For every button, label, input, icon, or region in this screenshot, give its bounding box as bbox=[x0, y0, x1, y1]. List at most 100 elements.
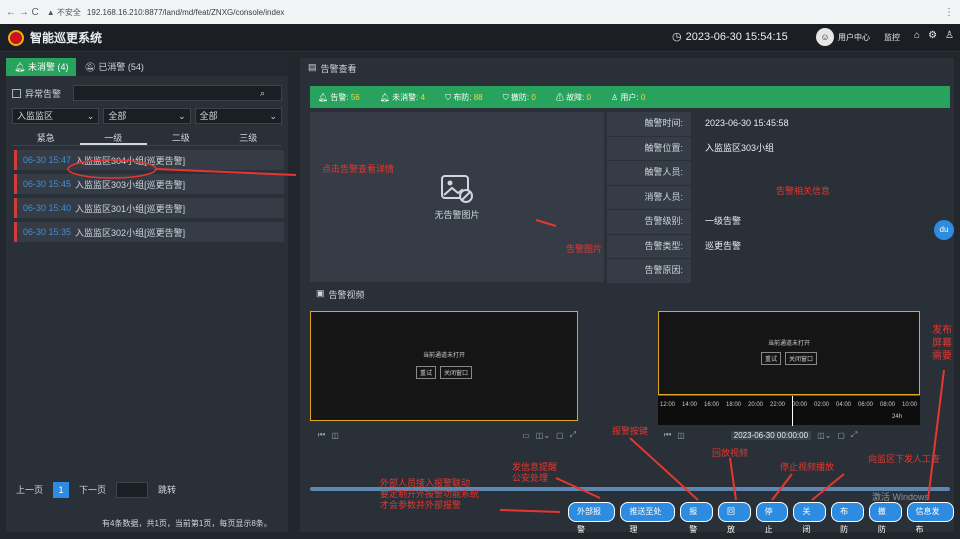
timeline-zoom[interactable]: 24h bbox=[892, 414, 902, 420]
header-icons: ⌂ ⚙ ♙ bbox=[914, 30, 954, 41]
playback-button[interactable]: 回放 bbox=[717, 502, 751, 534]
record-icon[interactable]: ▢ bbox=[837, 431, 845, 440]
volume-icon[interactable]: ◫ bbox=[677, 431, 685, 440]
timeline-cursor[interactable] bbox=[792, 396, 793, 426]
info-value: 入监监区303小组 bbox=[705, 142, 775, 153]
alarm-text: 入监监区302小组[巡更告警] bbox=[75, 227, 186, 238]
home-icon[interactable]: ⌂ bbox=[914, 30, 920, 41]
alarm-tabs: 🔔︎ 未消警 (4) 🔕︎ 已消警 (54) bbox=[6, 58, 288, 76]
browser-bar: ← → C ▲ 不安全 192.168.16.210:8877/land/md/… bbox=[0, 0, 960, 24]
timeline-tick: 20:00 bbox=[748, 402, 764, 408]
timeline-tick: 08:00 bbox=[880, 402, 896, 408]
arm-button[interactable]: 布防 bbox=[831, 502, 864, 534]
user-icon[interactable]: ♙ bbox=[945, 30, 954, 41]
push-button[interactable]: 推送至处理 bbox=[620, 502, 676, 534]
record-icon[interactable]: ▢ bbox=[556, 431, 564, 440]
layout-icon[interactable]: ◫⌄ bbox=[817, 431, 831, 440]
chevron-down-icon: ⌄ bbox=[178, 111, 186, 121]
close-window-button[interactable]: 关闭窗口 bbox=[440, 366, 473, 379]
info-label: 触警位置: bbox=[607, 136, 691, 160]
level-tabs: 紧急 一级 二级 三级 bbox=[12, 130, 282, 146]
panel-title: ▤ 告警查看 bbox=[308, 62, 357, 75]
user-area[interactable]: ☺ 用户中心 监控 bbox=[816, 28, 900, 46]
video-2-controls: ⏮ ◫ 2023-06-30 00:00:00 ◫⌄ ▢ ⤢ bbox=[664, 428, 922, 442]
prev-page-button[interactable]: 上一页 bbox=[12, 482, 47, 498]
alarm-button[interactable]: 报警 bbox=[680, 502, 713, 534]
level-tab[interactable]: 紧急 bbox=[12, 130, 80, 145]
annotation: 停止视频播放 bbox=[780, 462, 835, 472]
area-select[interactable]: 入监监区 ⌄ bbox=[12, 108, 100, 124]
close-button[interactable]: 关闭 bbox=[793, 502, 827, 534]
external-alarm-button[interactable]: 外部报警 bbox=[568, 502, 616, 534]
stat-label: 未消警: bbox=[392, 92, 419, 102]
rewind-icon[interactable]: ⏮ bbox=[318, 430, 325, 440]
list-item[interactable]: 06-30 15:35 入监监区302小组[巡更告警] bbox=[14, 222, 284, 242]
disarm-button[interactable]: 撤防 bbox=[868, 502, 902, 534]
navigation-icons[interactable]: ← → C bbox=[6, 7, 39, 18]
list-item[interactable]: 06-30 15:40 入监监区301小组[巡更告警] bbox=[14, 198, 284, 218]
annotation: 点击告警查看详情 bbox=[322, 164, 395, 174]
volume-icon[interactable]: ◫ bbox=[331, 431, 339, 440]
video-section-title: ▣ 告警视频 bbox=[316, 288, 365, 301]
annotation: 告警图片 bbox=[566, 244, 603, 254]
fullscreen-icon[interactable]: ⤢ bbox=[570, 430, 576, 440]
jump-button[interactable]: 跳转 bbox=[154, 482, 180, 498]
retry-button[interactable]: 重试 bbox=[415, 366, 436, 379]
video-player-1[interactable]: 当前通道未打开 重试 关闭窗口 bbox=[310, 311, 578, 421]
level-tab[interactable]: 二级 bbox=[147, 130, 215, 145]
level-tab[interactable]: 三级 bbox=[215, 130, 283, 145]
playback-date[interactable]: 2023-06-30 00:00:00 bbox=[730, 430, 812, 440]
close-window-button[interactable]: 关闭窗口 bbox=[785, 352, 818, 365]
annotation: 发信息提醒 公安处理 bbox=[512, 462, 558, 483]
page-input[interactable] bbox=[116, 482, 149, 498]
action-buttons: 外部报警 推送至处理 报警 回放 停止 关闭 布防 撤防 信息发布 bbox=[568, 502, 954, 534]
bell-icon: 🔔︎ bbox=[379, 92, 390, 102]
timeline-tick: 12:00 bbox=[660, 402, 676, 408]
next-page-button[interactable]: 下一页 bbox=[75, 482, 110, 498]
info-row: 触警位置: 入监监区303小组 bbox=[607, 136, 947, 160]
timeline-tick: 10:00 bbox=[902, 402, 918, 408]
abnormal-checkbox[interactable] bbox=[12, 88, 21, 98]
document-icon: ▤ bbox=[308, 62, 317, 72]
select-value: 全部 bbox=[199, 111, 218, 121]
rewind-icon[interactable]: ⏮ bbox=[664, 430, 671, 440]
url-text: 192.168.16.210:8877/land/md/feat/ZNXG/co… bbox=[86, 7, 285, 17]
alarm-list-panel: 🔔︎ 未消警 (4) 🔕︎ 已消警 (54) 异常告警 ⌕ 入监监区 ⌄ 全部 ⌄ … bbox=[6, 58, 288, 532]
search-icon[interactable]: ⌕ bbox=[260, 88, 265, 99]
level-tab[interactable]: 一级 bbox=[79, 130, 147, 145]
search-input[interactable]: ⌕ bbox=[73, 85, 282, 101]
publish-button[interactable]: 信息发布 bbox=[906, 502, 954, 534]
list-item[interactable]: 06-30 15:47 入监监区304小组[巡更告警] bbox=[14, 150, 284, 170]
address-bar[interactable]: ▲ 不安全 192.168.16.210:8877/land/md/feat/Z… bbox=[47, 7, 936, 18]
stat-value: 88 bbox=[473, 92, 483, 102]
floating-assistant-icon[interactable]: du bbox=[934, 220, 954, 240]
alarm-image-box: 无告警图片 bbox=[310, 112, 604, 282]
video-message: 当前通道未打开 bbox=[767, 341, 810, 347]
type-select[interactable]: 全部 ⌄ bbox=[194, 108, 282, 124]
gear-icon[interactable]: ⚙ bbox=[928, 30, 937, 41]
video-player-2[interactable]: 当前通道未打开 重试 关闭窗口 bbox=[658, 311, 920, 395]
layout-icon[interactable]: ◫⌄ bbox=[536, 431, 550, 440]
annotation: 告警相关信息 bbox=[776, 186, 831, 196]
timeline-tick: 18:00 bbox=[726, 402, 742, 408]
list-item[interactable]: 06-30 15:45 入监监区303小组[巡更告警] bbox=[14, 174, 284, 194]
info-row: 告警原因: bbox=[607, 259, 947, 283]
stat-value: 56 bbox=[350, 92, 360, 102]
select-row: 入监监区 ⌄ 全部 ⌄ 全部 ⌄ bbox=[6, 108, 288, 124]
page-number[interactable]: 1 bbox=[53, 482, 70, 498]
user-role: 监控 bbox=[884, 32, 900, 42]
app-header: 智能巡更系统 ◷ 2023-06-30 15:54:15 ☺ 用户中心 监控 ⌂… bbox=[0, 24, 960, 52]
snapshot-icon[interactable]: ▭ bbox=[522, 431, 530, 440]
insecure-warning: ▲ 不安全 bbox=[46, 7, 81, 17]
pagination: 上一页 1 下一页 跳转 bbox=[12, 482, 180, 498]
group-select[interactable]: 全部 ⌄ bbox=[103, 108, 191, 124]
browser-menu-icon[interactable]: ⋮ bbox=[944, 7, 954, 18]
fullscreen-icon[interactable]: ⤢ bbox=[851, 430, 857, 440]
tab-label: 已消警 (54) bbox=[98, 62, 144, 72]
tab-uncleared[interactable]: 🔔︎ 未消警 (4) bbox=[6, 58, 77, 76]
stop-button[interactable]: 停止 bbox=[755, 502, 789, 534]
playback-timeline[interactable]: 12:00 14:00 16:00 18:00 20:00 22:00 00:0… bbox=[658, 395, 920, 426]
retry-button[interactable]: 重试 bbox=[760, 352, 781, 365]
stat-label: 布防: bbox=[453, 92, 472, 102]
tab-cleared[interactable]: 🔕︎ 已消警 (54) bbox=[76, 58, 151, 76]
